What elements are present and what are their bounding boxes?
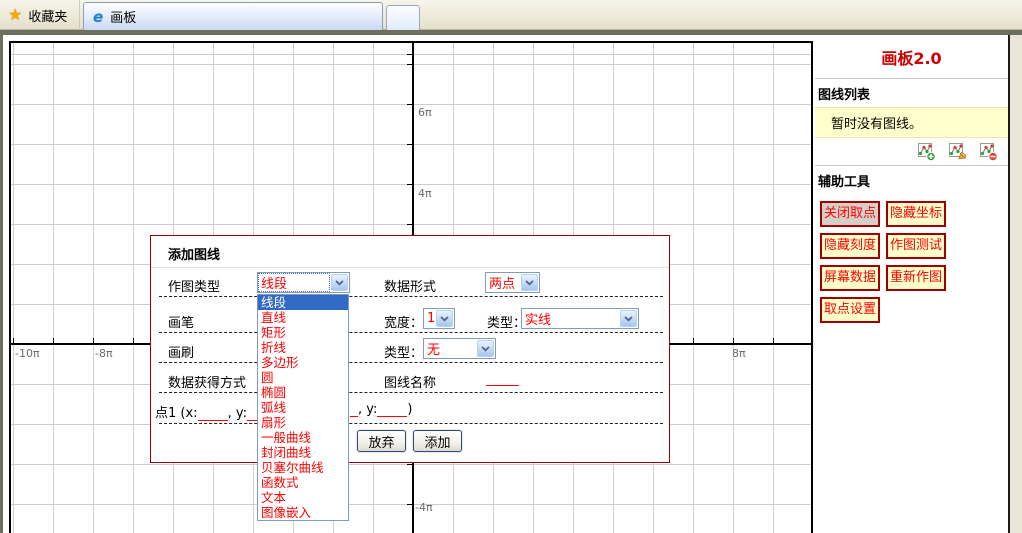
tool-button[interactable]: 取点设置: [820, 297, 880, 323]
favorites-label: 收藏夹: [28, 6, 67, 25]
line-list-toolbar: [815, 138, 1008, 165]
edit-line-icon[interactable]: [949, 143, 967, 161]
dialog-title: 添加图线: [168, 244, 220, 263]
pen-label: 画笔: [168, 312, 194, 331]
chevron-down-icon: [521, 274, 538, 291]
chevron-down-icon: [477, 340, 494, 357]
dropdown-item[interactable]: 封闭曲线: [258, 445, 348, 460]
draw-type-select[interactable]: 线段: [257, 272, 350, 293]
ie-logo-icon: e: [93, 8, 103, 26]
line-list-empty-message: 暂时没有图线。: [815, 107, 1008, 138]
add-line-dialog: 添加图线 作图类型 线段 数据形式 两点 画笔 宽度： 1 类型： 实线 画刷 …: [150, 235, 670, 463]
dropdown-item[interactable]: 一般曲线: [258, 430, 348, 445]
chevron-down-icon: [620, 310, 637, 327]
dropdown-item[interactable]: 图像嵌入: [258, 505, 348, 520]
dropdown-item[interactable]: 贝塞尔曲线: [258, 460, 348, 475]
axis-label: 6π: [418, 106, 432, 119]
width-label: 宽度：: [384, 312, 423, 331]
chevron-down-icon: [331, 274, 348, 291]
separator: [159, 296, 663, 297]
tool-button[interactable]: 隐藏刻度: [820, 233, 880, 259]
browser-tab-bar: ★ 收藏夹 e 画板: [0, 0, 1022, 30]
separator: [159, 362, 663, 363]
separator: [159, 392, 663, 393]
line-name-input[interactable]: [486, 373, 519, 386]
line-list-header: 图线列表: [815, 79, 1008, 107]
axis-label: 4π: [418, 187, 432, 200]
app-window: ★ 收藏夹 e 画板 6π 4π -10π -8π 8π -4π 画板2.0 图线列表 暂…: [0, 0, 1022, 533]
dropdown-item[interactable]: 折线: [258, 340, 348, 355]
data-form-select[interactable]: 两点: [485, 272, 540, 293]
window-gutter: [1010, 35, 1022, 533]
point2-inputs: , y:): [350, 402, 412, 417]
tab-huaban[interactable]: e 画板: [83, 2, 383, 30]
tool-button[interactable]: 屏幕数据: [820, 265, 880, 291]
axis-label: -4π: [415, 501, 433, 514]
dropdown-item[interactable]: 函数式: [258, 475, 348, 490]
tool-button[interactable]: 重新作图: [886, 265, 946, 291]
tools-header: 辅助工具: [815, 166, 1008, 194]
separator: [159, 332, 663, 333]
dropdown-item[interactable]: 圆: [258, 370, 348, 385]
dropdown-item[interactable]: 扇形: [258, 415, 348, 430]
draw-type-label: 作图类型: [168, 276, 220, 295]
axis-label: -10π: [15, 347, 40, 360]
tool-buttons: 关闭取点隐藏坐标隐藏刻度作图测试屏幕数据重新作图取点设置: [815, 194, 1008, 326]
tool-button[interactable]: 隐藏坐标: [886, 201, 946, 227]
chevron-down-icon: [436, 310, 453, 327]
frame-border-left: [0, 35, 3, 533]
brush-label: 画刷: [168, 342, 194, 361]
tool-button[interactable]: 作图测试: [886, 233, 946, 259]
draw-type-dropdown-list: 线段直线矩形折线多边形圆椭圆弧线扇形一般曲线封闭曲线贝塞尔曲线函数式文本图像嵌入: [257, 294, 349, 521]
cancel-button[interactable]: 放弃: [357, 430, 406, 452]
delete-line-icon[interactable]: [980, 143, 998, 161]
dropdown-item[interactable]: 椭圆: [258, 385, 348, 400]
dropdown-item[interactable]: 矩形: [258, 325, 348, 340]
point2-y-input[interactable]: [377, 404, 407, 417]
dropdown-item[interactable]: 多边形: [258, 355, 348, 370]
dropdown-item[interactable]: 文本: [258, 490, 348, 505]
favorites-star-icon: ★: [8, 7, 22, 23]
tab-title: 画板: [110, 7, 136, 26]
data-form-label: 数据形式: [384, 276, 436, 295]
pen-type-select[interactable]: 实线: [521, 308, 639, 329]
dropdown-item[interactable]: 弧线: [258, 400, 348, 415]
line-name-label: 图线名称: [384, 372, 436, 391]
app-title: 画板2.0: [815, 35, 1008, 78]
axis-label: -8π: [95, 347, 113, 360]
width-select[interactable]: 1: [423, 308, 455, 329]
separator: [151, 267, 669, 268]
new-tab-stub[interactable]: [386, 5, 420, 30]
data-method-label: 数据获得方式: [168, 372, 246, 391]
brush-type-label: 类型：: [384, 342, 423, 361]
tool-button[interactable]: 关闭取点: [820, 201, 880, 227]
dropdown-item[interactable]: 线段: [258, 295, 348, 310]
add-button[interactable]: 添加: [413, 430, 462, 452]
add-line-icon[interactable]: [918, 143, 936, 161]
point1-x-input[interactable]: [198, 408, 228, 421]
favorites-button[interactable]: ★ 收藏夹: [0, 0, 80, 30]
dropdown-item[interactable]: 直线: [258, 310, 348, 325]
separator: [159, 423, 663, 424]
brush-type-select[interactable]: 无: [423, 338, 496, 359]
sidebar: 画板2.0 图线列表 暂时没有图线。: [815, 35, 1008, 533]
axis-label: 8π: [732, 347, 746, 360]
